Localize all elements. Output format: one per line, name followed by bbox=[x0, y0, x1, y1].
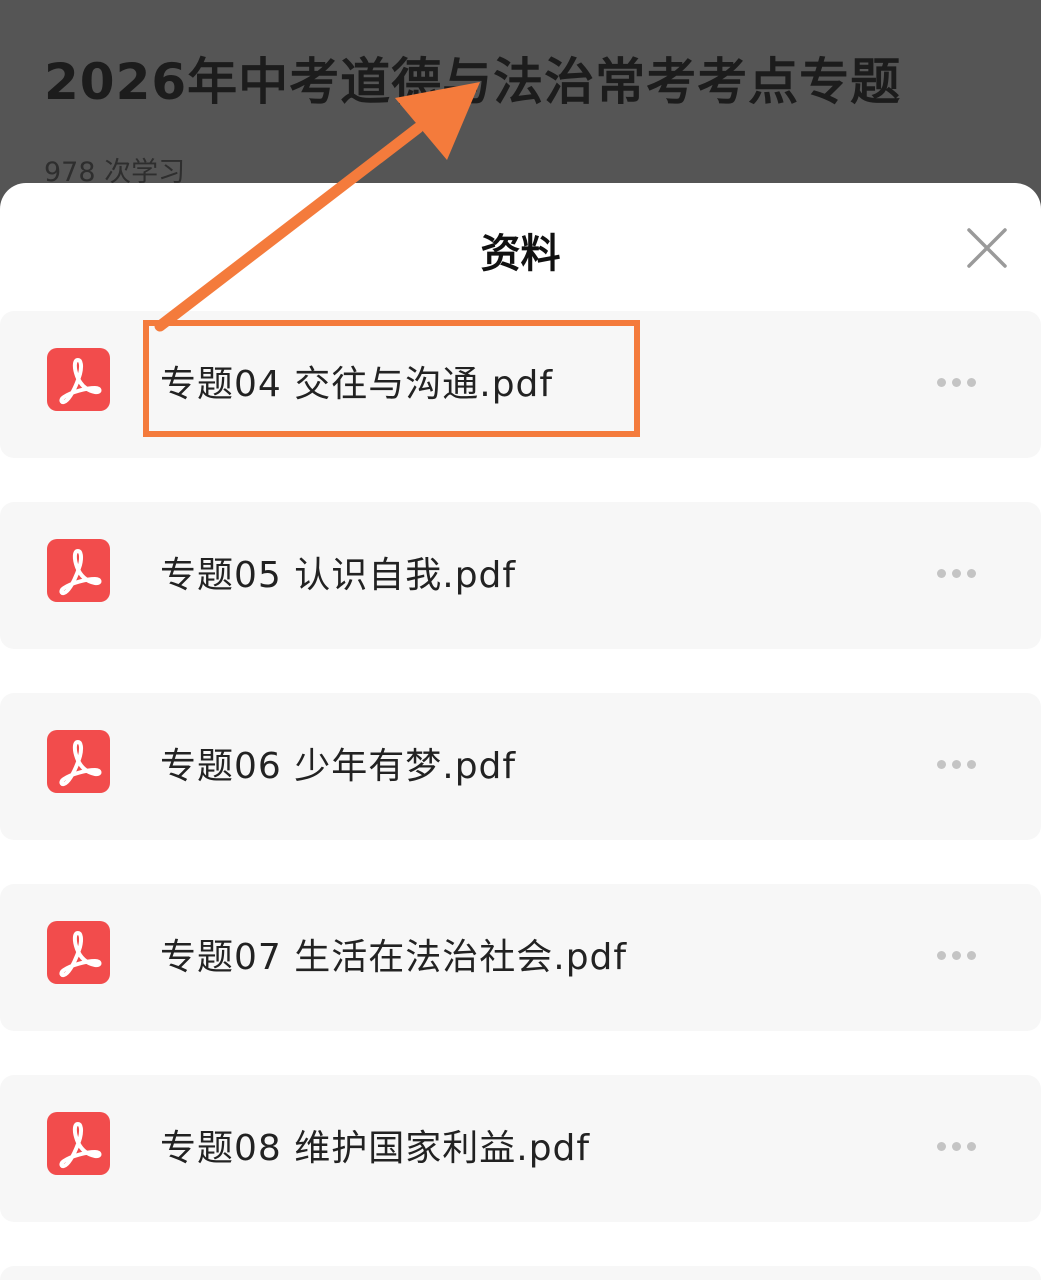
dot-icon bbox=[952, 378, 961, 387]
dot-icon bbox=[937, 760, 946, 769]
dot-icon bbox=[937, 951, 946, 960]
more-options-button[interactable] bbox=[930, 560, 984, 586]
file-row[interactable]: 专题04 交往与沟通.pdf bbox=[0, 311, 1041, 458]
dot-icon bbox=[952, 1142, 961, 1151]
dot-icon bbox=[952, 951, 961, 960]
file-name: 专题05 认识自我.pdf bbox=[160, 555, 517, 596]
pdf-icon bbox=[47, 348, 110, 411]
file-row[interactable]: 专题05 认识自我.pdf bbox=[0, 502, 1041, 649]
dot-icon bbox=[967, 1142, 976, 1151]
dot-icon bbox=[967, 569, 976, 578]
close-button[interactable] bbox=[960, 221, 1014, 275]
file-name: 专题06 少年有梦.pdf bbox=[160, 746, 517, 787]
screen: 2026年中考道德与法治常考考点专题 978 次学习 资料 专题04 交往与沟通… bbox=[0, 0, 1041, 1280]
pdf-icon bbox=[47, 539, 110, 602]
dot-icon bbox=[967, 378, 976, 387]
sheet-title: 资料 bbox=[480, 231, 561, 277]
file-row[interactable]: 专题08 维护国家利益.pdf bbox=[0, 1075, 1041, 1222]
course-title: 2026年中考道德与法治常考考点专题 bbox=[44, 53, 902, 111]
dot-icon bbox=[967, 760, 976, 769]
more-options-button[interactable] bbox=[930, 369, 984, 395]
close-icon bbox=[967, 228, 1007, 268]
pdf-icon bbox=[47, 921, 110, 984]
dot-icon bbox=[967, 951, 976, 960]
file-row-partial[interactable] bbox=[0, 1266, 1041, 1280]
dot-icon bbox=[952, 569, 961, 578]
dot-icon bbox=[952, 760, 961, 769]
more-options-button[interactable] bbox=[930, 942, 984, 968]
file-row[interactable]: 专题07 生活在法治社会.pdf bbox=[0, 884, 1041, 1031]
pdf-icon bbox=[47, 730, 110, 793]
file-row[interactable]: 专题06 少年有梦.pdf bbox=[0, 693, 1041, 840]
file-name: 专题04 交往与沟通.pdf bbox=[160, 364, 554, 405]
pdf-icon bbox=[47, 1112, 110, 1175]
file-name: 专题08 维护国家利益.pdf bbox=[160, 1128, 591, 1169]
materials-sheet: 资料 专题04 交往与沟通.pdf 专题05 认识自我.pdf 专题06 少年有… bbox=[0, 183, 1041, 1280]
dot-icon bbox=[937, 569, 946, 578]
dot-icon bbox=[937, 378, 946, 387]
file-name: 专题07 生活在法治社会.pdf bbox=[160, 937, 628, 978]
dot-icon bbox=[937, 1142, 946, 1151]
more-options-button[interactable] bbox=[930, 751, 984, 777]
more-options-button[interactable] bbox=[930, 1133, 984, 1159]
